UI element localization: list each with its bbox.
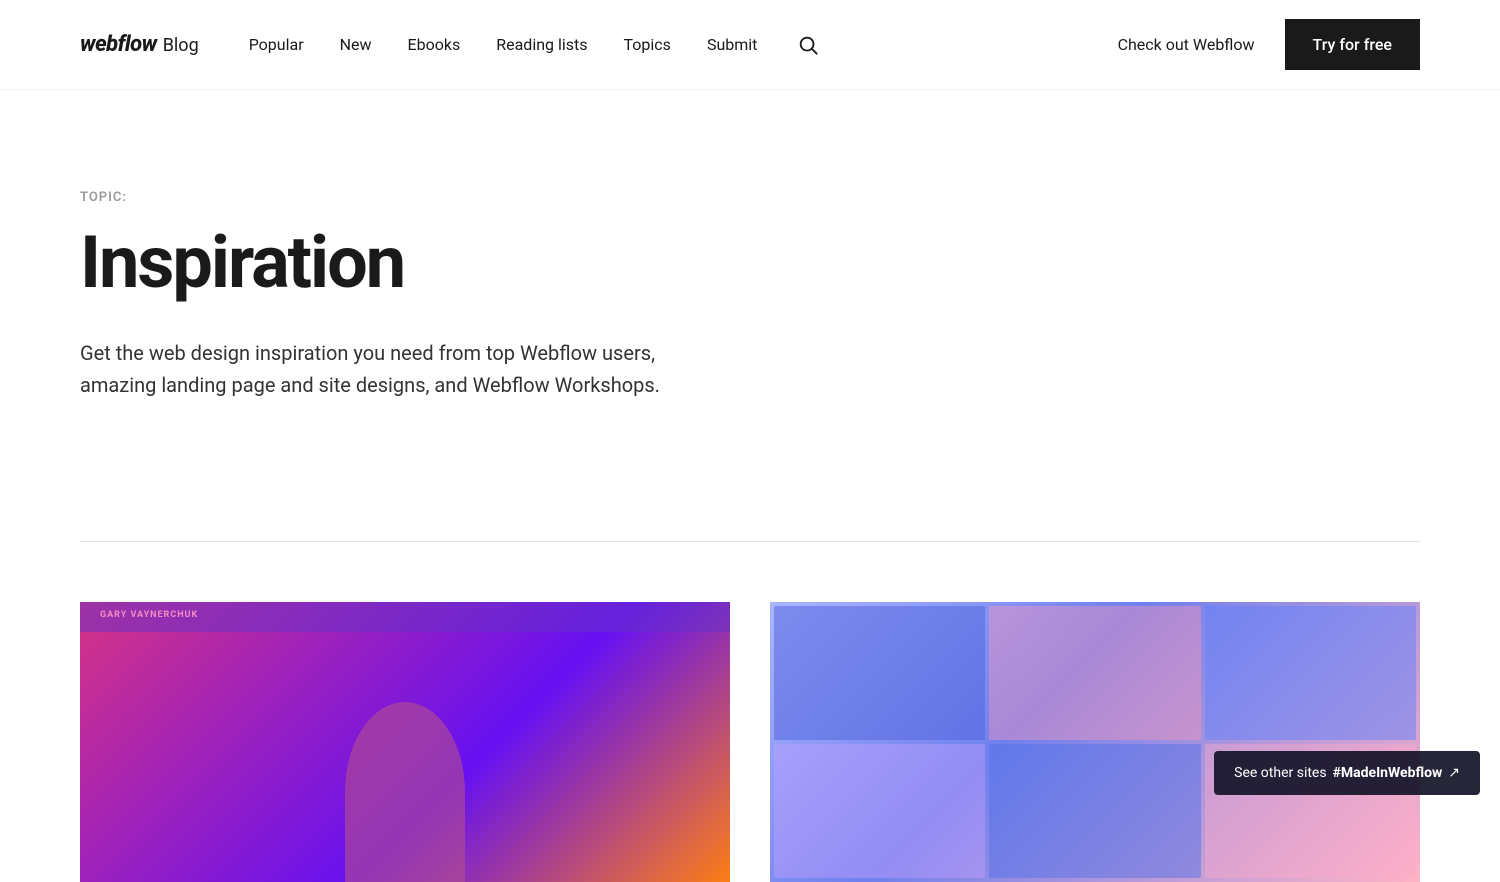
nav-right: Check out Webflow Try for free [1118,19,1420,70]
topic-label: TOPIC: [80,190,720,205]
logo-blog: Blog [163,35,199,56]
card-right-image [770,602,1420,882]
navbar: webflow Blog Popular New Ebooks Reading … [0,0,1500,90]
checkout-webflow-link[interactable]: Check out Webflow [1118,35,1255,54]
logo-webflow: webflow [80,32,157,57]
external-link-icon: ↗ [1448,765,1460,781]
nav-link-submit[interactable]: Submit [707,35,757,54]
tile-3 [1205,606,1416,740]
card-right-thumbnail [770,602,1420,882]
tile-5 [989,744,1200,878]
nav-link-topics[interactable]: Topics [624,35,671,54]
section-divider [80,541,1420,542]
card-left-figure [345,702,465,882]
nav-link-reading-lists[interactable]: Reading lists [496,35,587,54]
try-free-button[interactable]: Try for free [1285,19,1420,70]
card-left[interactable] [80,602,730,882]
hero-description: Get the web design inspiration you need … [80,337,680,401]
made-in-webflow-banner[interactable]: See other sites #MadeInWebflow ↗ [1214,751,1480,795]
search-icon [797,34,819,56]
page-title: Inspiration [80,225,720,301]
card-right[interactable] [770,602,1420,882]
nav-links: Popular New Ebooks Reading lists Topics … [249,30,1118,60]
cards-section [0,602,1500,882]
search-button[interactable] [793,30,823,60]
nav-link-popular[interactable]: Popular [249,35,304,54]
card-left-thumbnail [80,602,730,882]
tile-1 [774,606,985,740]
tile-2 [989,606,1200,740]
nav-link-ebooks[interactable]: Ebooks [408,35,461,54]
hero-section: TOPIC: Inspiration Get the web design in… [0,90,800,481]
banner-hashtag: #MadeInWebflow [1333,765,1443,781]
logo-link[interactable]: webflow Blog [80,32,199,57]
tile-4 [774,744,985,878]
banner-text: See other sites [1234,765,1326,781]
card-left-image [80,602,730,882]
nav-link-new[interactable]: New [340,35,372,54]
